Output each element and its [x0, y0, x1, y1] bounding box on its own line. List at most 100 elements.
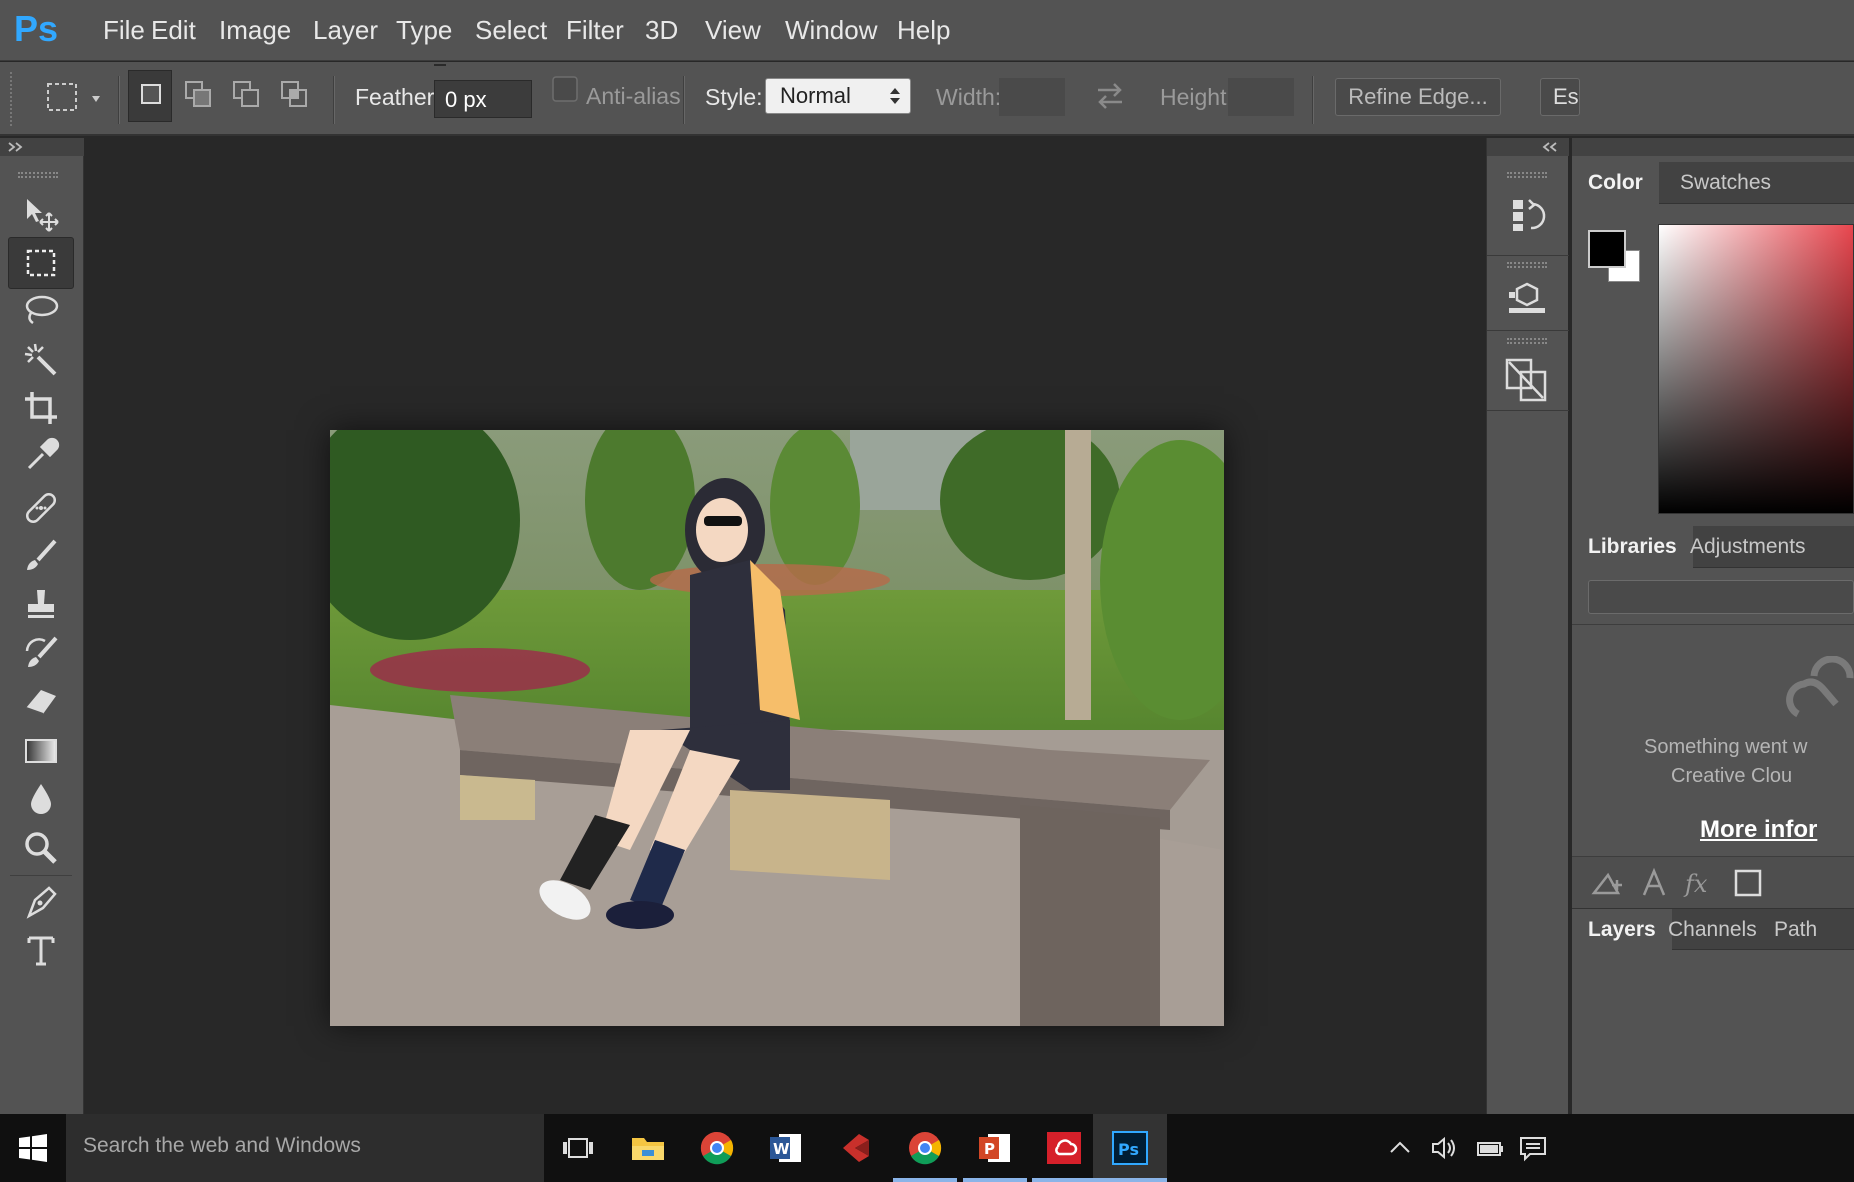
tab-paths[interactable]: Path — [1758, 909, 1833, 951]
eraser-tool-button[interactable] — [8, 676, 74, 728]
type-tool-button[interactable] — [8, 924, 74, 976]
essentials-workspace-button[interactable]: Es — [1540, 78, 1580, 116]
document-canvas[interactable] — [88, 138, 1482, 1114]
menu-file[interactable]: File — [103, 0, 145, 61]
menu-3d[interactable]: 3D — [645, 0, 678, 61]
color-panel — [1572, 204, 1854, 526]
crop-icon — [25, 392, 57, 424]
zoom-tool-button[interactable] — [8, 822, 74, 874]
subtract-from-selection-button[interactable] — [224, 70, 268, 127]
creative-cloud-app-icon — [1047, 1132, 1081, 1164]
folder-icon — [632, 1138, 664, 1160]
eraser-icon — [25, 690, 56, 715]
clone-source-panel-button[interactable] — [1501, 354, 1553, 411]
show-hidden-icons-button[interactable] — [1386, 1134, 1414, 1167]
height-label: Height: — [1160, 84, 1233, 110]
magnifier-icon — [25, 832, 57, 864]
taskbar-creative-cloud[interactable] — [1024, 1114, 1104, 1182]
menu-help[interactable]: Help — [897, 0, 950, 61]
action-center-button[interactable] — [1518, 1134, 1548, 1167]
menu-window[interactable]: Window — [785, 0, 877, 61]
strip-header[interactable] — [1487, 138, 1569, 156]
pen-tool-button[interactable] — [8, 876, 74, 928]
healing-brush-tool-button[interactable] — [8, 482, 74, 534]
taskbar-file-explorer[interactable] — [608, 1114, 688, 1182]
separator — [333, 76, 335, 124]
feather-input[interactable]: 0 px — [434, 80, 532, 118]
history-panel-button[interactable] — [1501, 190, 1553, 247]
more-info-link[interactable]: More infor — [1700, 816, 1817, 844]
tab-swatches[interactable]: Swatches — [1664, 162, 1787, 204]
tab-adjustments[interactable]: Adjustments — [1674, 526, 1822, 568]
menu-type[interactable]: Type — [396, 0, 452, 61]
history-brush-tool-button[interactable] — [8, 627, 74, 679]
blur-tool-button[interactable] — [8, 773, 74, 825]
swap-width-height-button[interactable] — [1092, 78, 1128, 119]
strip-grip[interactable] — [1507, 172, 1547, 178]
menu-select[interactable]: Select — [475, 0, 547, 61]
color-panel-tabs: Color Swatches — [1572, 162, 1854, 204]
menu-edit[interactable]: Edit — [151, 0, 196, 61]
rectangular-marquee-tool-button[interactable] — [8, 237, 74, 289]
menu-view[interactable]: View — [705, 0, 761, 61]
eyedropper-tool-button[interactable] — [8, 430, 74, 482]
tool-preset-picker[interactable] — [40, 76, 112, 125]
tools-grip[interactable] — [18, 172, 58, 178]
add-graphic-icon[interactable] — [1588, 865, 1624, 901]
foreground-color-swatch[interactable] — [1588, 230, 1626, 268]
clone-stamp-tool-button[interactable] — [8, 578, 74, 630]
options-grip[interactable] — [10, 72, 14, 126]
strip-grip[interactable] — [1507, 338, 1547, 344]
magic-wand-tool-button[interactable] — [8, 334, 74, 386]
search-box[interactable]: Search the web and Windows — [66, 1114, 544, 1182]
task-view-button[interactable] — [538, 1114, 618, 1182]
menu-image[interactable]: Image — [219, 0, 291, 61]
power-button[interactable] — [1474, 1134, 1506, 1167]
style-select[interactable]: Normal — [765, 78, 911, 114]
menu-layer[interactable]: Layer — [313, 0, 378, 61]
gradient-tool-button[interactable] — [8, 725, 74, 777]
volume-button[interactable] — [1430, 1134, 1460, 1167]
tab-color[interactable]: Color — [1572, 162, 1659, 204]
taskbar-chrome-2[interactable] — [885, 1114, 965, 1182]
photoshop-logo: Ps — [14, 8, 59, 49]
tools-panel-header[interactable] — [0, 138, 84, 156]
add-fill-color-icon[interactable] — [1730, 865, 1766, 901]
antialias-checkbox[interactable] — [552, 70, 580, 135]
menu-bar: Ps File Edit Image Layer Type Select Fil… — [0, 0, 1854, 61]
tab-channels[interactable]: Channels — [1652, 909, 1773, 951]
intersect-selection-button[interactable] — [272, 70, 316, 127]
bandage-icon — [25, 492, 57, 524]
taskbar-photoshop[interactable]: Ps — [1093, 1114, 1167, 1182]
height-input[interactable] — [1228, 78, 1294, 116]
add-layer-style-icon[interactable]: fx — [1682, 865, 1718, 901]
refine-edge-button[interactable]: Refine Edge... — [1335, 78, 1501, 116]
color-spectrum-field[interactable] — [1658, 224, 1854, 514]
add-character-style-icon[interactable] — [1636, 865, 1672, 901]
document-image[interactable] — [330, 430, 1224, 1026]
properties-3d-panel-button[interactable] — [1501, 278, 1553, 327]
library-select[interactable] — [1588, 580, 1854, 614]
taskbar-red-app[interactable] — [816, 1114, 896, 1182]
new-selection-button[interactable] — [128, 70, 172, 122]
crop-tool-button[interactable] — [8, 382, 74, 434]
rectangular-marquee-icon — [26, 249, 56, 277]
strip-grip[interactable] — [1507, 262, 1547, 268]
brush-tool-button[interactable] — [8, 530, 74, 582]
move-tool-button[interactable] — [8, 189, 74, 241]
libraries-error-line2: Creative Clou — [1671, 765, 1793, 787]
lasso-tool-button[interactable] — [8, 285, 74, 337]
taskbar-word[interactable]: W — [746, 1114, 826, 1182]
feather-label: Feather: — [355, 84, 441, 110]
add-to-selection-button[interactable] — [176, 70, 220, 127]
taskbar-chrome[interactable] — [677, 1114, 757, 1182]
svg-text:W: W — [773, 1140, 790, 1158]
style-label: Style: — [705, 84, 763, 110]
start-button[interactable] — [0, 1114, 66, 1182]
taskbar-powerpoint[interactable]: P — [955, 1114, 1035, 1182]
width-input[interactable] — [999, 78, 1065, 116]
menu-filter[interactable]: Filter — [566, 0, 624, 61]
separator — [118, 76, 120, 124]
layers-panel-tabs: Layers Channels Path — [1572, 908, 1854, 951]
clone-source-icon — [1505, 358, 1547, 402]
